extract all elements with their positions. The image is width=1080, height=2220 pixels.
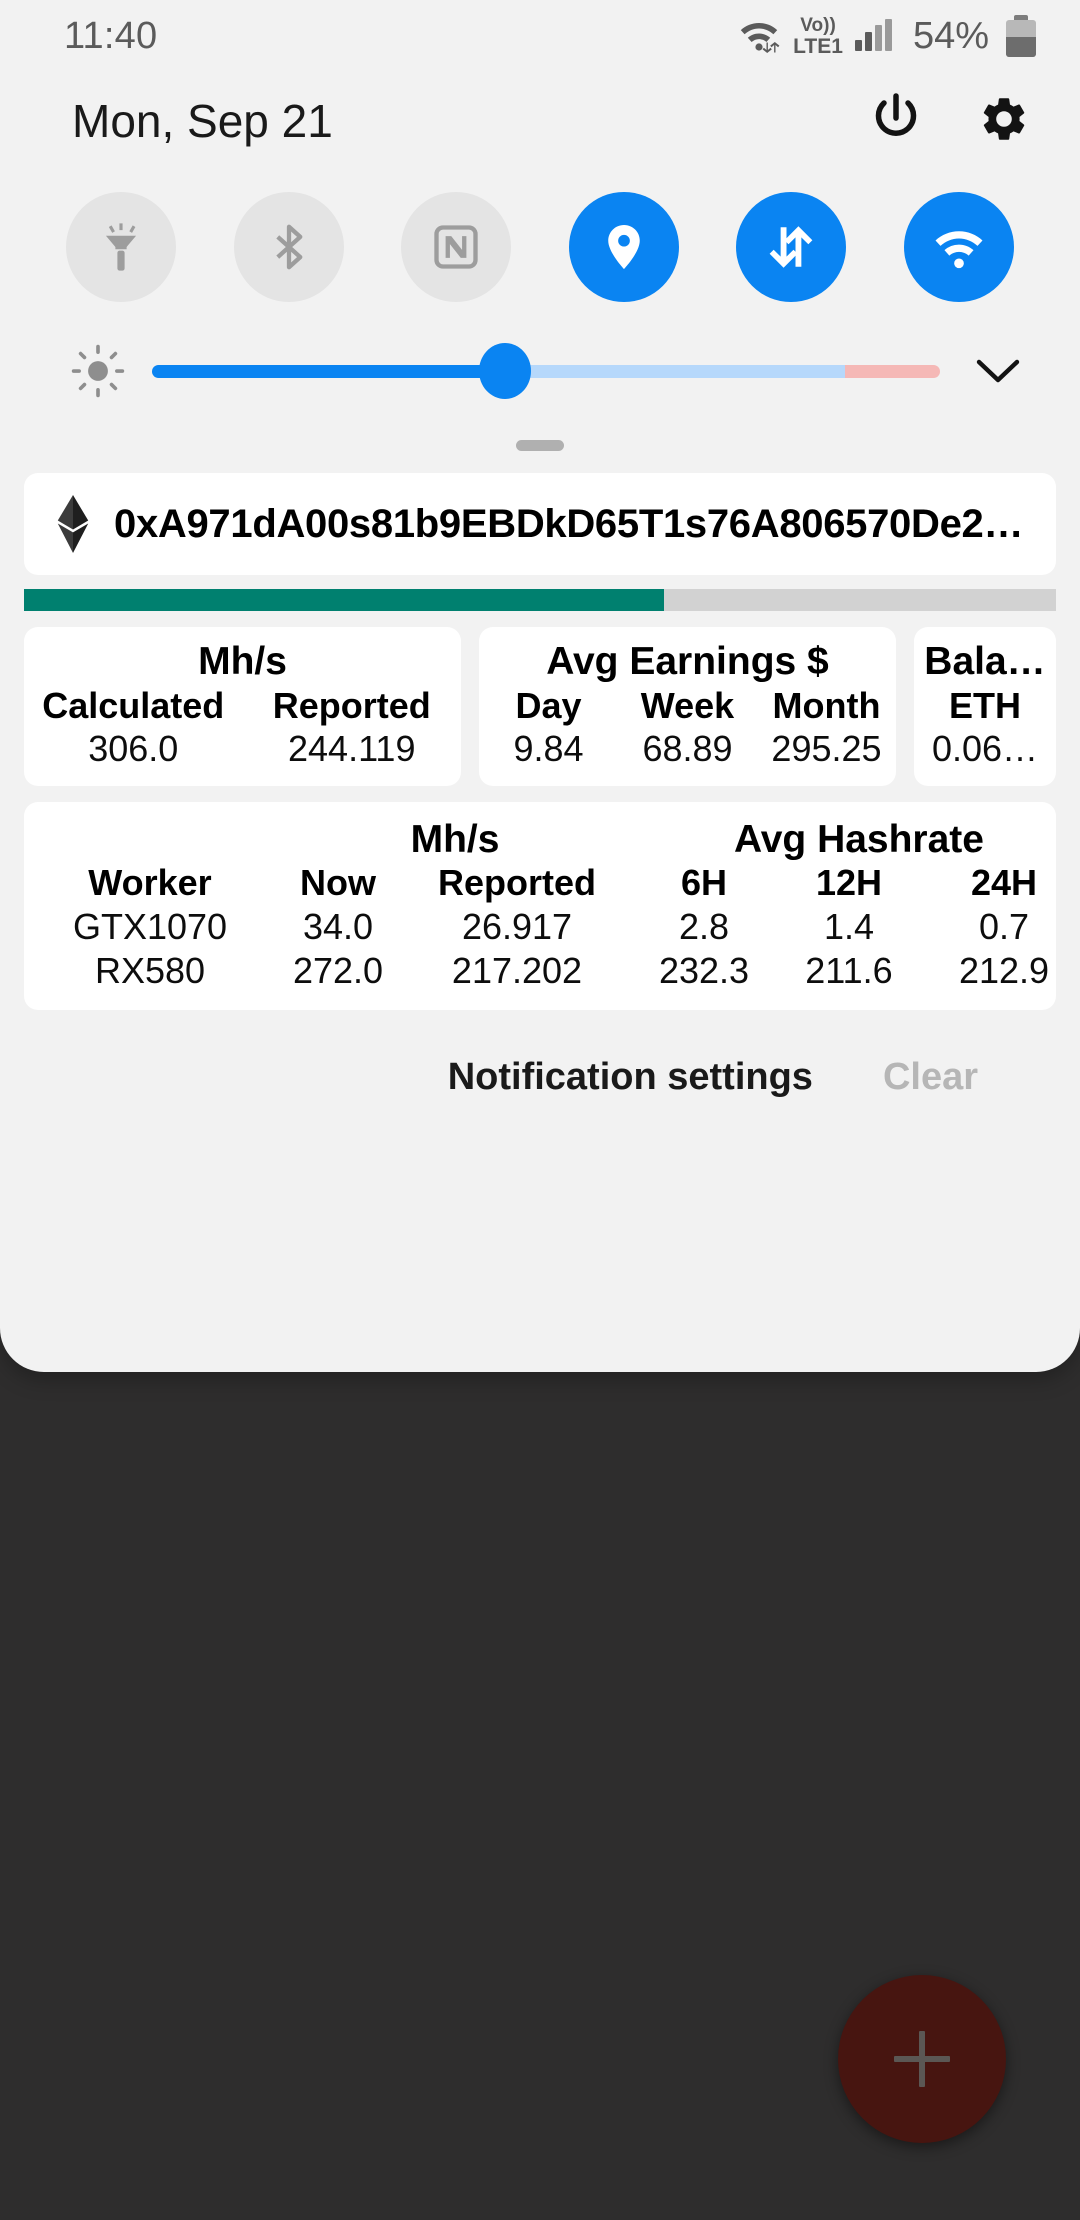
brightness-icon bbox=[58, 342, 138, 400]
worker-reported: 217.202 bbox=[451, 950, 583, 992]
quick-settings-row bbox=[0, 170, 1080, 302]
table-group-headers: Mh/s Avg Hashrate bbox=[24, 818, 1056, 862]
card-value: 0.06… bbox=[931, 728, 1039, 770]
notification-settings-button[interactable]: Notification settings bbox=[448, 1056, 813, 1099]
shade-drag-handle[interactable] bbox=[0, 400, 1080, 451]
toggle-location[interactable] bbox=[568, 192, 679, 302]
worker-reported: 26.917 bbox=[461, 906, 573, 948]
table-row: RX580 272.0 217.202 232.3 211.6 212.9 bbox=[24, 950, 1056, 992]
card-balance[interactable]: Bala… ETH 0.06… bbox=[914, 627, 1056, 787]
card-value: 244.119 bbox=[288, 728, 416, 770]
column-header: Day bbox=[515, 684, 582, 726]
column-header: 12H bbox=[815, 862, 883, 904]
notification-shade: 11:40 Vo)) LTE1 54% Mon, Sep 21 0xA971dA… bbox=[0, 0, 1080, 1372]
notification-header-row[interactable]: 0xA971dA00s81b9EBDkD65T1s76A806570De2… bbox=[24, 473, 1056, 575]
column-header: 6H bbox=[680, 862, 728, 904]
toggle-wifi[interactable] bbox=[903, 192, 1014, 302]
notification-card[interactable]: 0xA971dA00s81b9EBDkD65T1s76A806570De2… M… bbox=[0, 451, 1080, 1099]
worker-now: 34.0 bbox=[302, 906, 374, 948]
table-row: GTX1070 34.0 26.917 2.8 1.4 0.7 bbox=[24, 906, 1056, 948]
brightness-row bbox=[0, 302, 1080, 400]
add-fab-button[interactable] bbox=[838, 1975, 1006, 2143]
status-bar: 11:40 Vo)) LTE1 54% bbox=[0, 0, 1080, 72]
battery-percent: 54% bbox=[912, 14, 989, 57]
date-label: Mon, Sep 21 bbox=[72, 95, 333, 147]
worker-24h: 212.9 bbox=[958, 950, 1050, 992]
card-title: Mh/s bbox=[198, 640, 287, 683]
column-header: Worker bbox=[88, 862, 212, 904]
worker-name: RX580 bbox=[94, 950, 206, 992]
card-earnings[interactable]: Avg Earnings $ Day Week Month 9.84 68.89… bbox=[479, 627, 896, 787]
worker-12h: 211.6 bbox=[805, 950, 893, 992]
column-header: ETH bbox=[949, 684, 1021, 726]
toggle-nfc[interactable] bbox=[401, 192, 512, 302]
progress-fill bbox=[24, 589, 664, 611]
column-header: Now bbox=[300, 862, 376, 904]
battery-icon bbox=[1006, 15, 1036, 57]
column-header: Month bbox=[772, 684, 881, 726]
clear-button[interactable]: Clear bbox=[883, 1056, 978, 1099]
worker-now: 272.0 bbox=[292, 950, 384, 992]
card-title: Bala… bbox=[924, 640, 1046, 683]
wifi-data-icon bbox=[736, 15, 782, 58]
card-value: 68.89 bbox=[642, 728, 733, 770]
brightness-track bbox=[152, 365, 940, 378]
plus-icon bbox=[894, 2031, 950, 2087]
toggle-flashlight[interactable] bbox=[66, 192, 176, 302]
card-value: 306.0 bbox=[88, 728, 179, 770]
worker-6h: 2.8 bbox=[678, 906, 730, 948]
chevron-down-icon[interactable] bbox=[968, 356, 1028, 386]
worker-24h: 0.7 bbox=[978, 906, 1030, 948]
toggle-mobile-data[interactable] bbox=[736, 192, 847, 302]
worker-12h: 1.4 bbox=[823, 906, 875, 948]
shade-footer: Notification settings Clear bbox=[24, 1010, 1056, 1099]
brightness-thumb[interactable] bbox=[479, 343, 532, 399]
card-value: 295.25 bbox=[771, 728, 882, 770]
group-header: Avg Hashrate bbox=[734, 818, 984, 862]
summary-cards: Mh/s Calculated Reported 306.0 244.119 A… bbox=[24, 627, 1056, 787]
worker-name: GTX1070 bbox=[72, 906, 228, 948]
shade-header: Mon, Sep 21 bbox=[0, 72, 1080, 170]
column-header: Reported bbox=[437, 862, 596, 904]
column-header: 24H bbox=[970, 862, 1038, 904]
worker-6h: 232.3 bbox=[658, 950, 750, 992]
table-header-row: Worker Now Reported 6H 12H 24H bbox=[24, 862, 1056, 904]
column-header: Calculated bbox=[42, 684, 225, 726]
power-icon[interactable] bbox=[870, 92, 922, 151]
sync-progress-bar bbox=[24, 589, 1056, 611]
group-header: Mh/s bbox=[410, 818, 500, 862]
wallet-address: 0xA971dA00s81b9EBDkD65T1s76A806570De2… bbox=[114, 501, 1024, 546]
workers-table[interactable]: Mh/s Avg Hashrate Worker Now Reported 6H… bbox=[24, 802, 1056, 1011]
card-value: 9.84 bbox=[513, 728, 584, 770]
volte-icon: Vo)) LTE1 bbox=[793, 14, 843, 58]
toggle-bluetooth[interactable] bbox=[233, 192, 344, 302]
column-header: Reported bbox=[272, 684, 431, 726]
gear-icon[interactable] bbox=[978, 93, 1030, 150]
card-title: Avg Earnings $ bbox=[546, 640, 829, 683]
column-header: Week bbox=[640, 684, 735, 726]
status-icons: Vo)) LTE1 54% bbox=[736, 15, 1036, 58]
brightness-slider[interactable] bbox=[152, 343, 940, 399]
ethereum-icon bbox=[50, 495, 96, 553]
status-clock: 11:40 bbox=[64, 14, 158, 57]
phone-screen: 11:40 Vo)) LTE1 54% Mon, Sep 21 0xA971dA… bbox=[0, 0, 1080, 2220]
signal-icon bbox=[854, 19, 892, 51]
card-hashrate[interactable]: Mh/s Calculated Reported 306.0 244.119 bbox=[24, 627, 461, 787]
